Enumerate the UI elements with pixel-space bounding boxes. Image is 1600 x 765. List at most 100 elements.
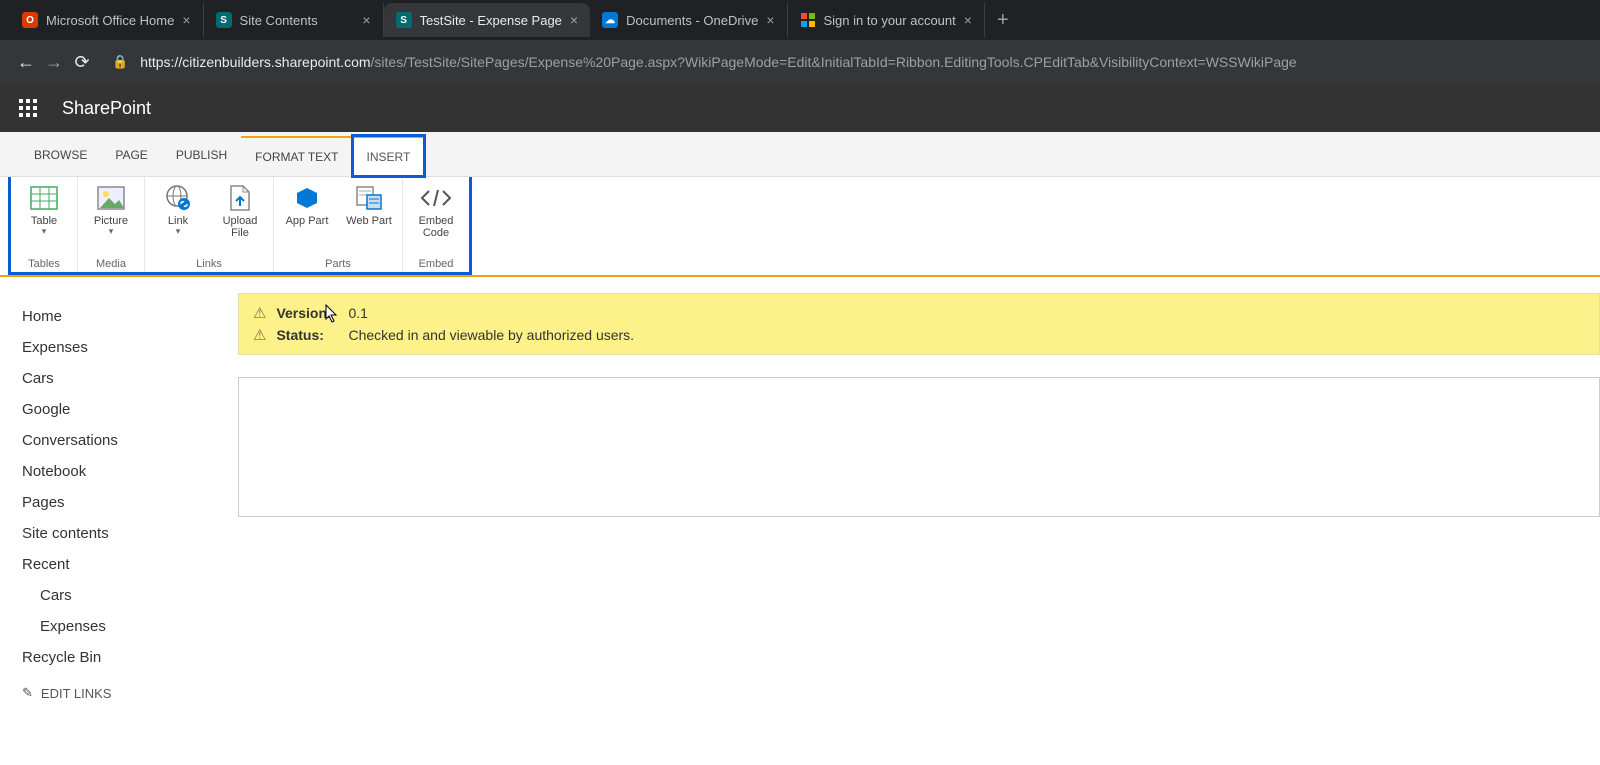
group-label: Media bbox=[96, 258, 126, 270]
globe-link-icon bbox=[164, 183, 192, 213]
browser-tab-2[interactable]: S TestSite - Expense Page × bbox=[384, 3, 591, 37]
forward-button[interactable]: → bbox=[40, 48, 68, 76]
link-button[interactable]: Link ▾ bbox=[151, 181, 205, 258]
status-label: Status: bbox=[276, 327, 338, 343]
group-label: Links bbox=[196, 258, 222, 270]
page-status-bar: ⚠ Version: 0.1 ⚠ Status: Checked in and … bbox=[238, 293, 1600, 355]
nav-recent-cars[interactable]: Cars bbox=[22, 580, 218, 611]
embed-code-icon bbox=[419, 183, 453, 213]
group-label: Tables bbox=[28, 258, 60, 270]
table-icon bbox=[30, 183, 58, 213]
group-label: Embed bbox=[419, 258, 454, 270]
nav-conversations[interactable]: Conversations bbox=[22, 425, 218, 456]
browser-tab-0[interactable]: O Microsoft Office Home × bbox=[10, 3, 204, 37]
new-tab-button[interactable]: + bbox=[985, 9, 1021, 32]
product-name: SharePoint bbox=[62, 98, 151, 119]
tab-favicon-microsoft bbox=[800, 12, 816, 28]
browser-nav-bar: ← → ⟳ 🔒 https://citizenbuilders.sharepoi… bbox=[0, 40, 1600, 84]
browser-chrome: O Microsoft Office Home × S Site Content… bbox=[0, 0, 1600, 84]
url-path: /sites/TestSite/SitePages/Expense%20Page… bbox=[371, 54, 1297, 70]
ribbon-tab-page[interactable]: PAGE bbox=[101, 136, 161, 176]
ribbon-group-links: Link ▾ Upload File Links bbox=[145, 177, 274, 272]
group-label: Parts bbox=[325, 258, 351, 270]
back-button[interactable]: ← bbox=[12, 48, 40, 76]
web-part-button[interactable]: Web Part bbox=[342, 181, 396, 258]
btn-label: Upload File bbox=[213, 215, 267, 239]
btn-label: Web Part bbox=[346, 215, 392, 227]
nav-notebook[interactable]: Notebook bbox=[22, 456, 218, 487]
status-value: Checked in and viewable by authorized us… bbox=[348, 327, 634, 343]
tab-favicon-office: O bbox=[22, 12, 38, 28]
reload-button[interactable]: ⟳ bbox=[68, 48, 96, 76]
tab-strip: O Microsoft Office Home × S Site Content… bbox=[0, 0, 1600, 40]
tab-title: Site Contents bbox=[240, 13, 355, 28]
tab-close-icon[interactable]: × bbox=[964, 12, 972, 28]
lock-icon: 🔒 bbox=[112, 54, 128, 70]
ribbon-body: Table ▾ Tables Picture ▾ Media bbox=[0, 177, 1600, 277]
tab-close-icon[interactable]: × bbox=[182, 12, 190, 28]
nav-cars[interactable]: Cars bbox=[22, 363, 218, 394]
tab-close-icon[interactable]: × bbox=[570, 12, 578, 28]
tab-favicon-sharepoint: S bbox=[216, 12, 232, 28]
edit-links-label: EDIT LINKS bbox=[41, 686, 112, 701]
tab-favicon-onedrive: ☁ bbox=[602, 12, 618, 28]
web-part-icon bbox=[355, 183, 383, 213]
dropdown-caret-icon: ▾ bbox=[42, 227, 47, 235]
browser-tab-3[interactable]: ☁ Documents - OneDrive × bbox=[590, 3, 787, 37]
nav-site-contents[interactable]: Site contents bbox=[22, 518, 218, 549]
tab-close-icon[interactable]: × bbox=[362, 12, 370, 28]
main-content: ⚠ Version: 0.1 ⚠ Status: Checked in and … bbox=[230, 277, 1600, 713]
btn-label: Embed Code bbox=[409, 215, 463, 239]
quick-launch-nav: Home Expenses Cars Google Conversations … bbox=[0, 277, 230, 713]
ribbon-tab-row: BROWSE PAGE PUBLISH FORMAT TEXT INSERT bbox=[0, 132, 1600, 177]
app-part-icon bbox=[294, 183, 320, 213]
sharepoint-suite-header: SharePoint bbox=[0, 84, 1600, 132]
tab-title: Sign in to your account bbox=[824, 13, 956, 28]
picture-icon bbox=[97, 183, 125, 213]
browser-tab-4[interactable]: Sign in to your account × bbox=[788, 3, 985, 37]
pencil-icon: ✎ bbox=[22, 685, 33, 701]
nav-recent-expenses[interactable]: Expenses bbox=[22, 611, 218, 642]
ribbon-group-tables: Table ▾ Tables bbox=[11, 177, 78, 272]
tab-title: Documents - OneDrive bbox=[626, 13, 758, 28]
edit-links-button[interactable]: ✎ EDIT LINKS bbox=[22, 685, 218, 701]
nav-expenses[interactable]: Expenses bbox=[22, 332, 218, 363]
address-bar[interactable]: 🔒 https://citizenbuilders.sharepoint.com… bbox=[112, 54, 1588, 70]
status-row-version: ⚠ Version: 0.1 bbox=[253, 302, 1585, 324]
nav-recent[interactable]: Recent bbox=[22, 549, 218, 580]
nav-recycle-bin[interactable]: Recycle Bin bbox=[22, 642, 218, 673]
ribbon-highlight-insert: Table ▾ Tables Picture ▾ Media bbox=[8, 177, 472, 275]
upload-file-button[interactable]: Upload File bbox=[213, 181, 267, 258]
btn-label: App Part bbox=[286, 215, 329, 227]
ribbon-tab-browse[interactable]: BROWSE bbox=[20, 136, 101, 176]
ribbon-group-embed: Embed Code Embed bbox=[403, 177, 469, 272]
warning-icon: ⚠ bbox=[253, 326, 266, 344]
ribbon-group-parts: App Part Web Part Parts bbox=[274, 177, 403, 272]
embed-code-button[interactable]: Embed Code bbox=[409, 181, 463, 258]
ribbon-tab-format-text[interactable]: FORMAT TEXT bbox=[241, 136, 352, 176]
table-button[interactable]: Table ▾ bbox=[17, 181, 71, 258]
ribbon-tab-publish[interactable]: PUBLISH bbox=[162, 136, 241, 176]
browser-tab-1[interactable]: S Site Contents × bbox=[204, 3, 384, 37]
tab-title: TestSite - Expense Page bbox=[420, 13, 562, 28]
wiki-content-editor[interactable] bbox=[238, 377, 1600, 517]
version-label: Version: bbox=[276, 305, 338, 321]
picture-button[interactable]: Picture ▾ bbox=[84, 181, 138, 258]
version-value: 0.1 bbox=[348, 305, 367, 321]
app-part-button[interactable]: App Part bbox=[280, 181, 334, 258]
tab-favicon-sharepoint: S bbox=[396, 12, 412, 28]
dropdown-caret-icon: ▾ bbox=[176, 227, 181, 235]
page-body: Home Expenses Cars Google Conversations … bbox=[0, 277, 1600, 713]
tab-close-icon[interactable]: × bbox=[766, 12, 774, 28]
nav-home[interactable]: Home bbox=[22, 301, 218, 332]
tab-title: Microsoft Office Home bbox=[46, 13, 174, 28]
upload-file-icon bbox=[229, 183, 251, 213]
dropdown-caret-icon: ▾ bbox=[109, 227, 114, 235]
nav-pages[interactable]: Pages bbox=[22, 487, 218, 518]
app-launcher-icon[interactable] bbox=[12, 92, 44, 124]
ribbon-tab-insert[interactable]: INSERT bbox=[353, 136, 425, 176]
url-host: https://citizenbuilders.sharepoint.com bbox=[140, 54, 370, 70]
warning-icon: ⚠ bbox=[253, 304, 266, 322]
nav-google[interactable]: Google bbox=[22, 394, 218, 425]
ribbon-group-media: Picture ▾ Media bbox=[78, 177, 145, 272]
